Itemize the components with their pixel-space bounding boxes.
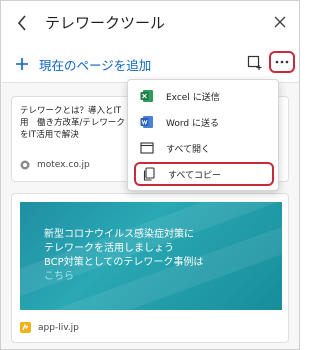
more-horizontal-icon	[275, 60, 289, 64]
card-site: app-liv.jp	[20, 322, 79, 333]
menu-item-label: Excel に送信	[166, 92, 220, 103]
card-title-line: 用 働き方改革/テレワーク	[20, 118, 125, 128]
card-title-line: をIT活用で解決	[20, 130, 79, 140]
thumbnail-line: BCP対策としてのテレワーク事例は こちら	[44, 256, 203, 284]
excel-icon	[140, 89, 154, 103]
card-site-label: motex.co.jp	[37, 160, 90, 170]
close-button[interactable]	[269, 11, 291, 33]
site-favicon-icon	[20, 322, 31, 333]
collection-card[interactable]: 新型コロナウイルス感染症対策に テレワークを活用しましょう BCP対策としてのテ…	[11, 193, 289, 343]
more-options-menu: Excel に送信 Word に送る すべて開く すべてコピー	[127, 79, 279, 191]
page-title: テレワークツール	[45, 14, 166, 32]
card-thumbnail: 新型コロナウイルス感染症対策に テレワークを活用しましょう BCP対策としてのテ…	[20, 202, 282, 310]
add-note-button[interactable]	[245, 53, 265, 73]
add-current-page-button[interactable]: 現在のページを追加	[15, 53, 151, 75]
panel-header: テレワークツール	[1, 1, 299, 45]
menu-item-send-to-excel[interactable]: Excel に送信	[134, 84, 274, 108]
open-window-icon	[140, 141, 154, 155]
thumbnail-line-text: BCP対策としてのテレワーク事例は	[44, 257, 204, 268]
thumbnail-line: 新型コロナウイルス感染症対策に	[44, 229, 194, 240]
card-title: テレワークとは？導入とIT 用 働き方改革/テレワーク をIT活用で解決	[20, 105, 138, 141]
plus-icon	[15, 57, 29, 71]
word-icon	[140, 115, 154, 129]
chevron-left-icon	[17, 15, 27, 31]
menu-item-label: すべてコピー	[168, 170, 222, 181]
back-button[interactable]	[11, 11, 33, 35]
menu-item-send-to-word[interactable]: Word に送る	[134, 110, 274, 134]
collection-toolbar: 現在のページを追加	[1, 45, 299, 83]
thumbnail-line: テレワークを活用しましょう	[44, 243, 174, 254]
menu-item-open-all[interactable]: すべて開く	[134, 136, 274, 160]
more-options-button[interactable]	[269, 51, 295, 73]
site-favicon-icon	[20, 160, 30, 170]
menu-item-label: Word に送る	[166, 118, 219, 129]
copy-icon	[142, 167, 156, 181]
menu-item-label: すべて開く	[166, 144, 211, 155]
card-site-label: app-liv.jp	[38, 322, 79, 333]
add-note-icon	[247, 55, 263, 71]
add-current-page-label: 現在のページを追加	[39, 57, 152, 73]
thumbnail-text: 新型コロナウイルス感染症対策に テレワークを活用しましょう BCP対策としてのテ…	[44, 228, 203, 284]
thumbnail-link: こちら	[44, 271, 74, 282]
collections-panel: テレワークツール 現在のページを追加 テレワークとは？導入とIT 用 働き方改革…	[0, 0, 300, 350]
card-site: motex.co.jp	[20, 160, 90, 170]
close-icon	[274, 16, 286, 28]
card-title-line: テレワークとは？導入とIT	[20, 106, 122, 116]
menu-item-copy-all[interactable]: すべてコピー	[134, 162, 274, 186]
